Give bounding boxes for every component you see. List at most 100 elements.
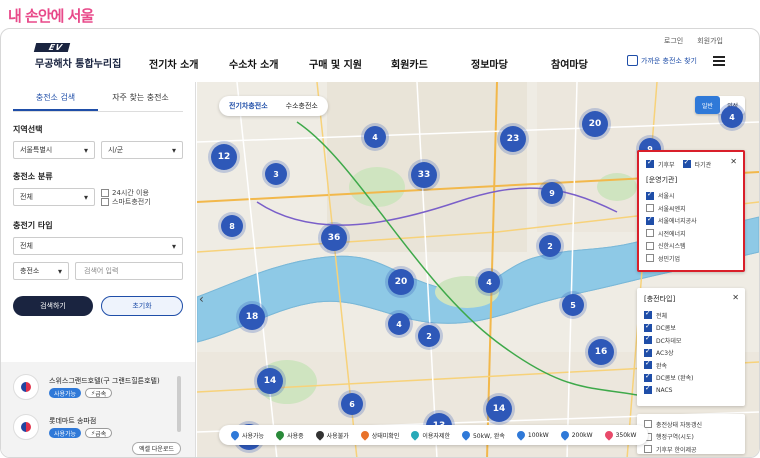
- agency-top-check[interactable]: 기후부: [646, 158, 675, 169]
- nav-participate[interactable]: 참여마당: [551, 56, 588, 71]
- nav-info[interactable]: 정보마당: [471, 56, 551, 71]
- district-select[interactable]: 시/군: [101, 141, 183, 159]
- station-cluster[interactable]: 20: [388, 269, 414, 295]
- checkbox[interactable]: [644, 420, 652, 429]
- hydrogen-mode[interactable]: 수소충전소: [286, 101, 318, 111]
- agency-filter-item[interactable]: 시전에너지: [646, 227, 736, 240]
- charge-type-item[interactable]: 전체: [644, 309, 738, 322]
- charge-type-item[interactable]: DC차데모: [644, 334, 738, 347]
- menu-icon[interactable]: [713, 56, 725, 66]
- city-select[interactable]: 서울특별시: [13, 141, 95, 159]
- station-cluster[interactable]: 14: [486, 396, 512, 422]
- checkbox[interactable]: [644, 322, 652, 332]
- station-cluster[interactable]: 2: [539, 235, 561, 257]
- station-cluster[interactable]: 4: [478, 271, 500, 293]
- station-cluster[interactable]: 33: [411, 162, 437, 188]
- map-option-item[interactable]: 기후부 한이제공: [644, 443, 738, 456]
- checkbox[interactable]: [646, 254, 654, 263]
- search-button[interactable]: 검색하기: [13, 296, 93, 316]
- map-view[interactable]: 전기차충전소 수소충전소 일반 위성 ‹ 2042312333983622045…: [197, 82, 759, 457]
- station-cluster[interactable]: 16: [588, 339, 614, 365]
- login-link[interactable]: 로그인: [664, 36, 683, 46]
- checkbox[interactable]: [646, 158, 654, 169]
- check-smart-charger[interactable]: 스마트충전기: [101, 197, 151, 206]
- agency-filter-item[interactable]: 서울에너지공사: [646, 215, 736, 228]
- checkbox[interactable]: [646, 190, 654, 200]
- checkbox[interactable]: [646, 215, 654, 225]
- station-cluster[interactable]: 3: [265, 163, 287, 185]
- map-pin-icon: [359, 429, 371, 441]
- station-cluster[interactable]: 9: [541, 182, 563, 204]
- checkbox[interactable]: [644, 334, 652, 345]
- checkbox[interactable]: [646, 241, 654, 250]
- charge-type-item[interactable]: NACS: [644, 384, 738, 397]
- station-cluster[interactable]: 4: [364, 126, 386, 148]
- checkbox[interactable]: [644, 445, 652, 454]
- close-icon[interactable]: ✕: [732, 293, 739, 302]
- checkbox[interactable]: [644, 347, 652, 357]
- checkbox[interactable]: [646, 204, 654, 213]
- nav-member-card[interactable]: 회원카드: [391, 56, 471, 71]
- checkbox[interactable]: [644, 309, 652, 320]
- close-icon[interactable]: ✕: [730, 157, 737, 166]
- legend-label: 사용가능: [242, 432, 265, 440]
- station-cluster[interactable]: 36: [321, 225, 347, 251]
- charge-type-item[interactable]: 완속: [644, 359, 738, 372]
- station-cluster[interactable]: 4: [721, 106, 743, 128]
- station-cluster[interactable]: 5: [562, 294, 584, 316]
- map-option-item[interactable]: 충전상태 자동갱신: [644, 418, 738, 431]
- agency-filter-item[interactable]: 성민기업: [646, 252, 736, 265]
- station-cluster[interactable]: 20: [582, 111, 608, 137]
- search-actions: 검색하기 초기화: [13, 296, 183, 316]
- charge-type-item[interactable]: DC콤보 (완속): [644, 372, 738, 385]
- search-input[interactable]: 검색어 입력: [75, 262, 183, 280]
- check-label: DC콤보: [656, 325, 676, 333]
- search-sidebar: 충전소 검색 자주 찾는 충전소 지역선택 서울특별시 시/군 충전소 분류 전…: [1, 82, 196, 457]
- nav-purchase-support[interactable]: 구매 및 지원: [309, 56, 391, 71]
- station-cluster[interactable]: 14: [257, 368, 283, 394]
- agency-filter-item[interactable]: 서울시: [646, 190, 736, 203]
- site-logo[interactable]: EV 무공해차 통합누리집: [33, 43, 121, 70]
- category-select[interactable]: 전체: [13, 188, 95, 206]
- station-cluster[interactable]: 2: [418, 325, 440, 347]
- charge-type-item[interactable]: AC3상: [644, 347, 738, 360]
- legend-item: 상태미확인: [359, 429, 399, 441]
- station-cluster[interactable]: 12: [211, 144, 237, 170]
- nav-hydrogen-intro[interactable]: 수소차 소개: [229, 56, 309, 71]
- field-select[interactable]: 충전소: [13, 262, 69, 280]
- station-cluster[interactable]: 23: [500, 126, 526, 152]
- tab-favorite-stations[interactable]: 자주 찾는 충전소: [98, 92, 183, 111]
- agency-top-check[interactable]: 타기관: [682, 158, 711, 169]
- checkbox[interactable]: [646, 229, 654, 238]
- result-scrollbar[interactable]: [177, 376, 181, 432]
- ev-charger-mode[interactable]: 전기차충전소: [229, 101, 268, 111]
- map-option-item[interactable]: 행정구역(시도): [644, 431, 738, 444]
- reset-button[interactable]: 초기화: [101, 296, 183, 316]
- checkbox[interactable]: [644, 384, 652, 395]
- charge-type-title: [충전타입]: [644, 295, 676, 303]
- chevron-left-icon[interactable]: ‹: [199, 292, 204, 306]
- excel-download-button[interactable]: 엑셀 다운로드: [131, 442, 181, 455]
- charge-type-item[interactable]: DC콤보: [644, 322, 738, 335]
- checkbox[interactable]: [644, 372, 652, 382]
- speed-badge: ⚡ 급속: [85, 428, 113, 438]
- agency-list: 서울시서울씨엔지서울에너지공사시전에너지신한시스템성민기업: [646, 190, 736, 265]
- checkbox[interactable]: [101, 197, 109, 206]
- tab-station-search[interactable]: 충전소 검색: [13, 92, 98, 111]
- view-normal[interactable]: 일반: [694, 96, 720, 114]
- checkbox[interactable]: [644, 359, 652, 370]
- signup-link[interactable]: 회원가입: [697, 36, 723, 46]
- agency-filter-item[interactable]: 신한시스템: [646, 240, 736, 253]
- charger-type-select[interactable]: 전체: [13, 237, 183, 255]
- station-cluster[interactable]: 4: [388, 313, 410, 335]
- station-cluster[interactable]: 6: [341, 393, 363, 415]
- region-title: 지역선택: [13, 125, 43, 134]
- station-cluster[interactable]: 18: [239, 304, 265, 330]
- category-select-value: 전체: [20, 193, 33, 201]
- checkbox[interactable]: [682, 158, 691, 169]
- find-nearby-button[interactable]: 가까운 충전소 찾기: [627, 55, 697, 66]
- nav-ev-intro[interactable]: 전기차 소개: [149, 56, 229, 71]
- checkbox[interactable]: [101, 188, 109, 197]
- station-cluster[interactable]: 8: [221, 215, 243, 237]
- agency-filter-item[interactable]: 서울씨엔지: [646, 202, 736, 215]
